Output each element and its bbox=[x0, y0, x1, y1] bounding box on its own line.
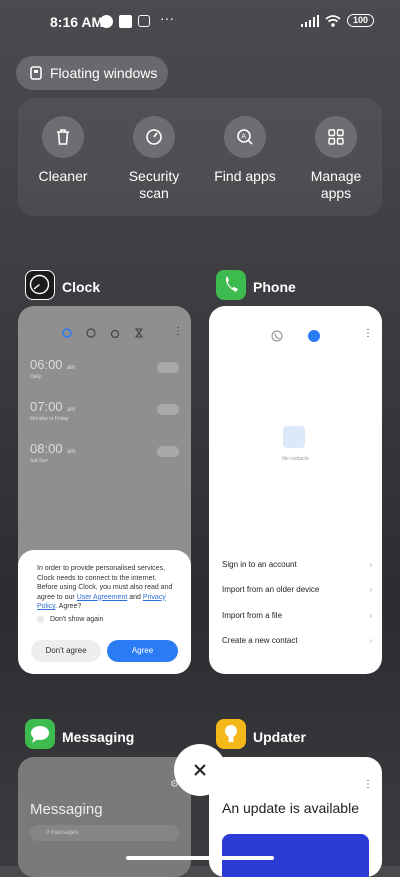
chevron-right-icon: › bbox=[369, 636, 372, 645]
alarm-tab-icon bbox=[62, 328, 72, 338]
more-options-icon[interactable]: ⋮ bbox=[363, 779, 373, 790]
close-all-button[interactable] bbox=[174, 744, 226, 796]
more-notifications-icon: ··· bbox=[160, 10, 174, 26]
update-title: An update is available bbox=[222, 800, 359, 816]
clock-icon bbox=[29, 274, 50, 295]
dont-show-again-checkbox[interactable]: Don't show again bbox=[37, 616, 103, 623]
import-file-option[interactable]: Import from a file › bbox=[222, 611, 372, 620]
agree-button[interactable]: Agree bbox=[107, 640, 178, 662]
phone-app-name: Phone bbox=[253, 279, 296, 295]
recents-tab-icon bbox=[271, 330, 283, 342]
contacts-empty-icon bbox=[283, 426, 305, 448]
dont-agree-button[interactable]: Don't agree bbox=[31, 640, 101, 662]
find-apps-label: Find apps bbox=[214, 168, 276, 184]
phone-app-card[interactable]: ⋮ No contacts Sign in to an account › Imp… bbox=[209, 306, 382, 674]
clock-app-name: Clock bbox=[62, 279, 101, 295]
status-bar: 8:16 AM ··· 100 bbox=[0, 0, 400, 44]
alarm-toggle[interactable] bbox=[157, 362, 179, 373]
lightbulb-icon bbox=[225, 725, 237, 742]
chevron-right-icon: › bbox=[369, 585, 372, 594]
no-contacts-text: No contacts bbox=[282, 456, 309, 462]
updater-app-name: Updater bbox=[253, 729, 306, 745]
cleaner-label: Cleaner bbox=[38, 168, 88, 184]
create-contact-option[interactable]: Create a new contact › bbox=[222, 636, 372, 645]
sign-in-option[interactable]: Sign in to an account › bbox=[222, 560, 372, 569]
message-bubble-icon bbox=[31, 726, 49, 743]
floating-window-icon bbox=[30, 66, 42, 80]
dialog-message: In order to provide personalised service… bbox=[37, 565, 173, 610]
messaging-title: Messaging bbox=[30, 801, 103, 818]
chevron-right-icon: › bbox=[369, 560, 372, 569]
permission-dialog: In order to provide personalised service… bbox=[18, 550, 191, 674]
floating-windows-button[interactable]: Floating windows bbox=[16, 56, 168, 90]
security-scan-label: Security scan bbox=[128, 168, 180, 201]
wifi-icon bbox=[325, 14, 341, 27]
trash-icon bbox=[57, 129, 69, 145]
checkbox-icon bbox=[37, 616, 44, 623]
manage-apps-label: Manage apps bbox=[310, 168, 362, 201]
status-time: 8:16 AM bbox=[50, 14, 104, 30]
user-agreement-link[interactable]: User Agreement bbox=[77, 594, 128, 601]
alarm-row[interactable]: 08:00 am Sat-Sun bbox=[30, 440, 75, 464]
chevron-right-icon: › bbox=[369, 611, 372, 620]
updater-app-icon[interactable] bbox=[216, 719, 246, 749]
alarm-row[interactable]: 06:00 am Daily bbox=[30, 356, 75, 380]
more-options-icon[interactable]: ⋮ bbox=[363, 328, 373, 339]
battery-indicator: 100 bbox=[346, 14, 374, 27]
phone-icon bbox=[225, 276, 238, 292]
stopwatch-tab-icon bbox=[110, 329, 120, 338]
clock-app-icon[interactable] bbox=[25, 270, 55, 300]
security-scan-button[interactable]: Security scan bbox=[109, 116, 199, 202]
app-notification-icon bbox=[119, 15, 132, 28]
security-scan-icon bbox=[146, 129, 162, 145]
messaging-app-name: Messaging bbox=[62, 729, 135, 745]
close-icon bbox=[194, 764, 206, 776]
notification-icon bbox=[100, 15, 113, 28]
find-apps-button[interactable]: A Find apps bbox=[200, 116, 290, 185]
alarm-toggle[interactable] bbox=[157, 404, 179, 415]
find-apps-icon: A bbox=[237, 129, 253, 145]
more-options-icon[interactable]: ⋮ bbox=[173, 326, 183, 337]
cleaner-button[interactable]: Cleaner bbox=[18, 116, 108, 185]
alarm-toggle[interactable] bbox=[157, 446, 179, 457]
floating-windows-label: Floating windows bbox=[50, 65, 158, 81]
message-search-bar[interactable]: 0 messages bbox=[30, 825, 179, 841]
phone-app-icon[interactable] bbox=[216, 270, 246, 300]
svg-text:A: A bbox=[241, 133, 246, 141]
badge-icon bbox=[138, 15, 150, 27]
alarm-row[interactable]: 07:00 am Monday to Friday bbox=[30, 398, 75, 422]
world-clock-tab-icon bbox=[86, 328, 96, 338]
home-indicator[interactable] bbox=[126, 856, 274, 860]
messaging-app-icon[interactable] bbox=[25, 719, 55, 749]
grid-icon bbox=[328, 129, 344, 145]
timer-tab-icon bbox=[134, 328, 144, 338]
manage-apps-button[interactable]: Manage apps bbox=[291, 116, 381, 202]
contacts-tab-icon bbox=[308, 330, 320, 342]
import-older-device-option[interactable]: Import from an older device › bbox=[222, 585, 372, 594]
signal-icon bbox=[300, 14, 319, 27]
